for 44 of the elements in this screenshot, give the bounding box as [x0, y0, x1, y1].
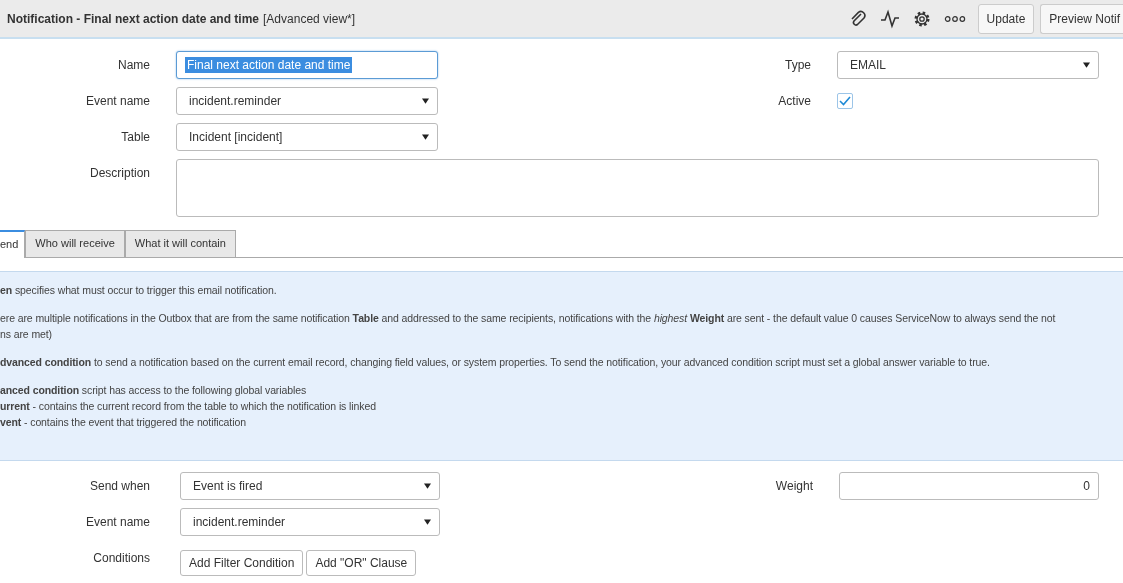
field-value: incident.reminder [193, 515, 286, 529]
info-paragraph: dvanced condition to send a notification based on the current email record, changing field values, or system properties. To send the notification, your advanced condition script must set a global answer variable to true. [0, 355, 991, 370]
field-value: EMAIL [850, 58, 886, 72]
caret-icon [1083, 62, 1090, 68]
select-field[interactable]: EMAIL [837, 51, 1099, 79]
more-icon[interactable] [943, 13, 966, 24]
weight-field[interactable]: 0 [839, 472, 1099, 500]
view-name: [Advanced view*] [263, 11, 356, 26]
tab[interactable]: Who will receive [25, 230, 125, 257]
condition-button[interactable]: Add "OR" Clause [306, 550, 417, 576]
condition-button[interactable]: Add Filter Condition [180, 550, 304, 576]
field-label: Description [88, 165, 151, 180]
field-label: Active [777, 94, 812, 108]
select-field[interactable]: Event is fired [180, 472, 440, 500]
field-value: incident.reminder [189, 94, 282, 108]
tab[interactable]: What it will contain [124, 230, 236, 257]
field-label: Event name [84, 94, 151, 108]
field-label: Conditions [92, 551, 151, 565]
field-value: Incident [incident] [189, 130, 283, 144]
caret-icon [422, 134, 429, 140]
field-label: Name [117, 58, 151, 72]
select-field[interactable]: incident.reminder [176, 87, 438, 115]
info-paragraph: anced condition script has access to the following global variables urrent - contains the current record from the table to which the notification is linked vent - contains the event that triggered the notification [0, 383, 377, 430]
checkbox[interactable] [837, 93, 853, 109]
tab[interactable]: end [0, 230, 26, 258]
info-paragraph: ere are multiple notifications in the Outbox that are from the same notification Table and addressed to the same recipients, notifications with the highest Weight are sent - the default value 0 causes ServiceNow to always send the not ns are met) [0, 311, 1057, 342]
field-label: Event name [84, 515, 151, 529]
field-value: Event is fired [193, 479, 263, 493]
field-label: Send when [88, 479, 151, 493]
caret-icon [424, 519, 431, 525]
field-value: Final next action date and time [185, 57, 353, 73]
description-field[interactable] [176, 159, 1099, 217]
caret-icon [422, 98, 429, 104]
select-field[interactable]: incident.reminder [180, 508, 440, 536]
header-button[interactable]: Preview Notif [1040, 3, 1123, 34]
form-title: Notification - Final next action date and time [7, 11, 260, 26]
caret-icon [424, 483, 431, 489]
select-field[interactable]: Incident [incident] [176, 123, 438, 151]
activity-icon[interactable] [879, 8, 900, 29]
field-label: Type [784, 58, 812, 72]
header-button[interactable]: Update [977, 3, 1035, 34]
field-label: Table [120, 130, 151, 144]
field-label: Weight [774, 479, 814, 493]
info-paragraph: en specifies what must occur to trigger this email notification. [0, 283, 278, 298]
